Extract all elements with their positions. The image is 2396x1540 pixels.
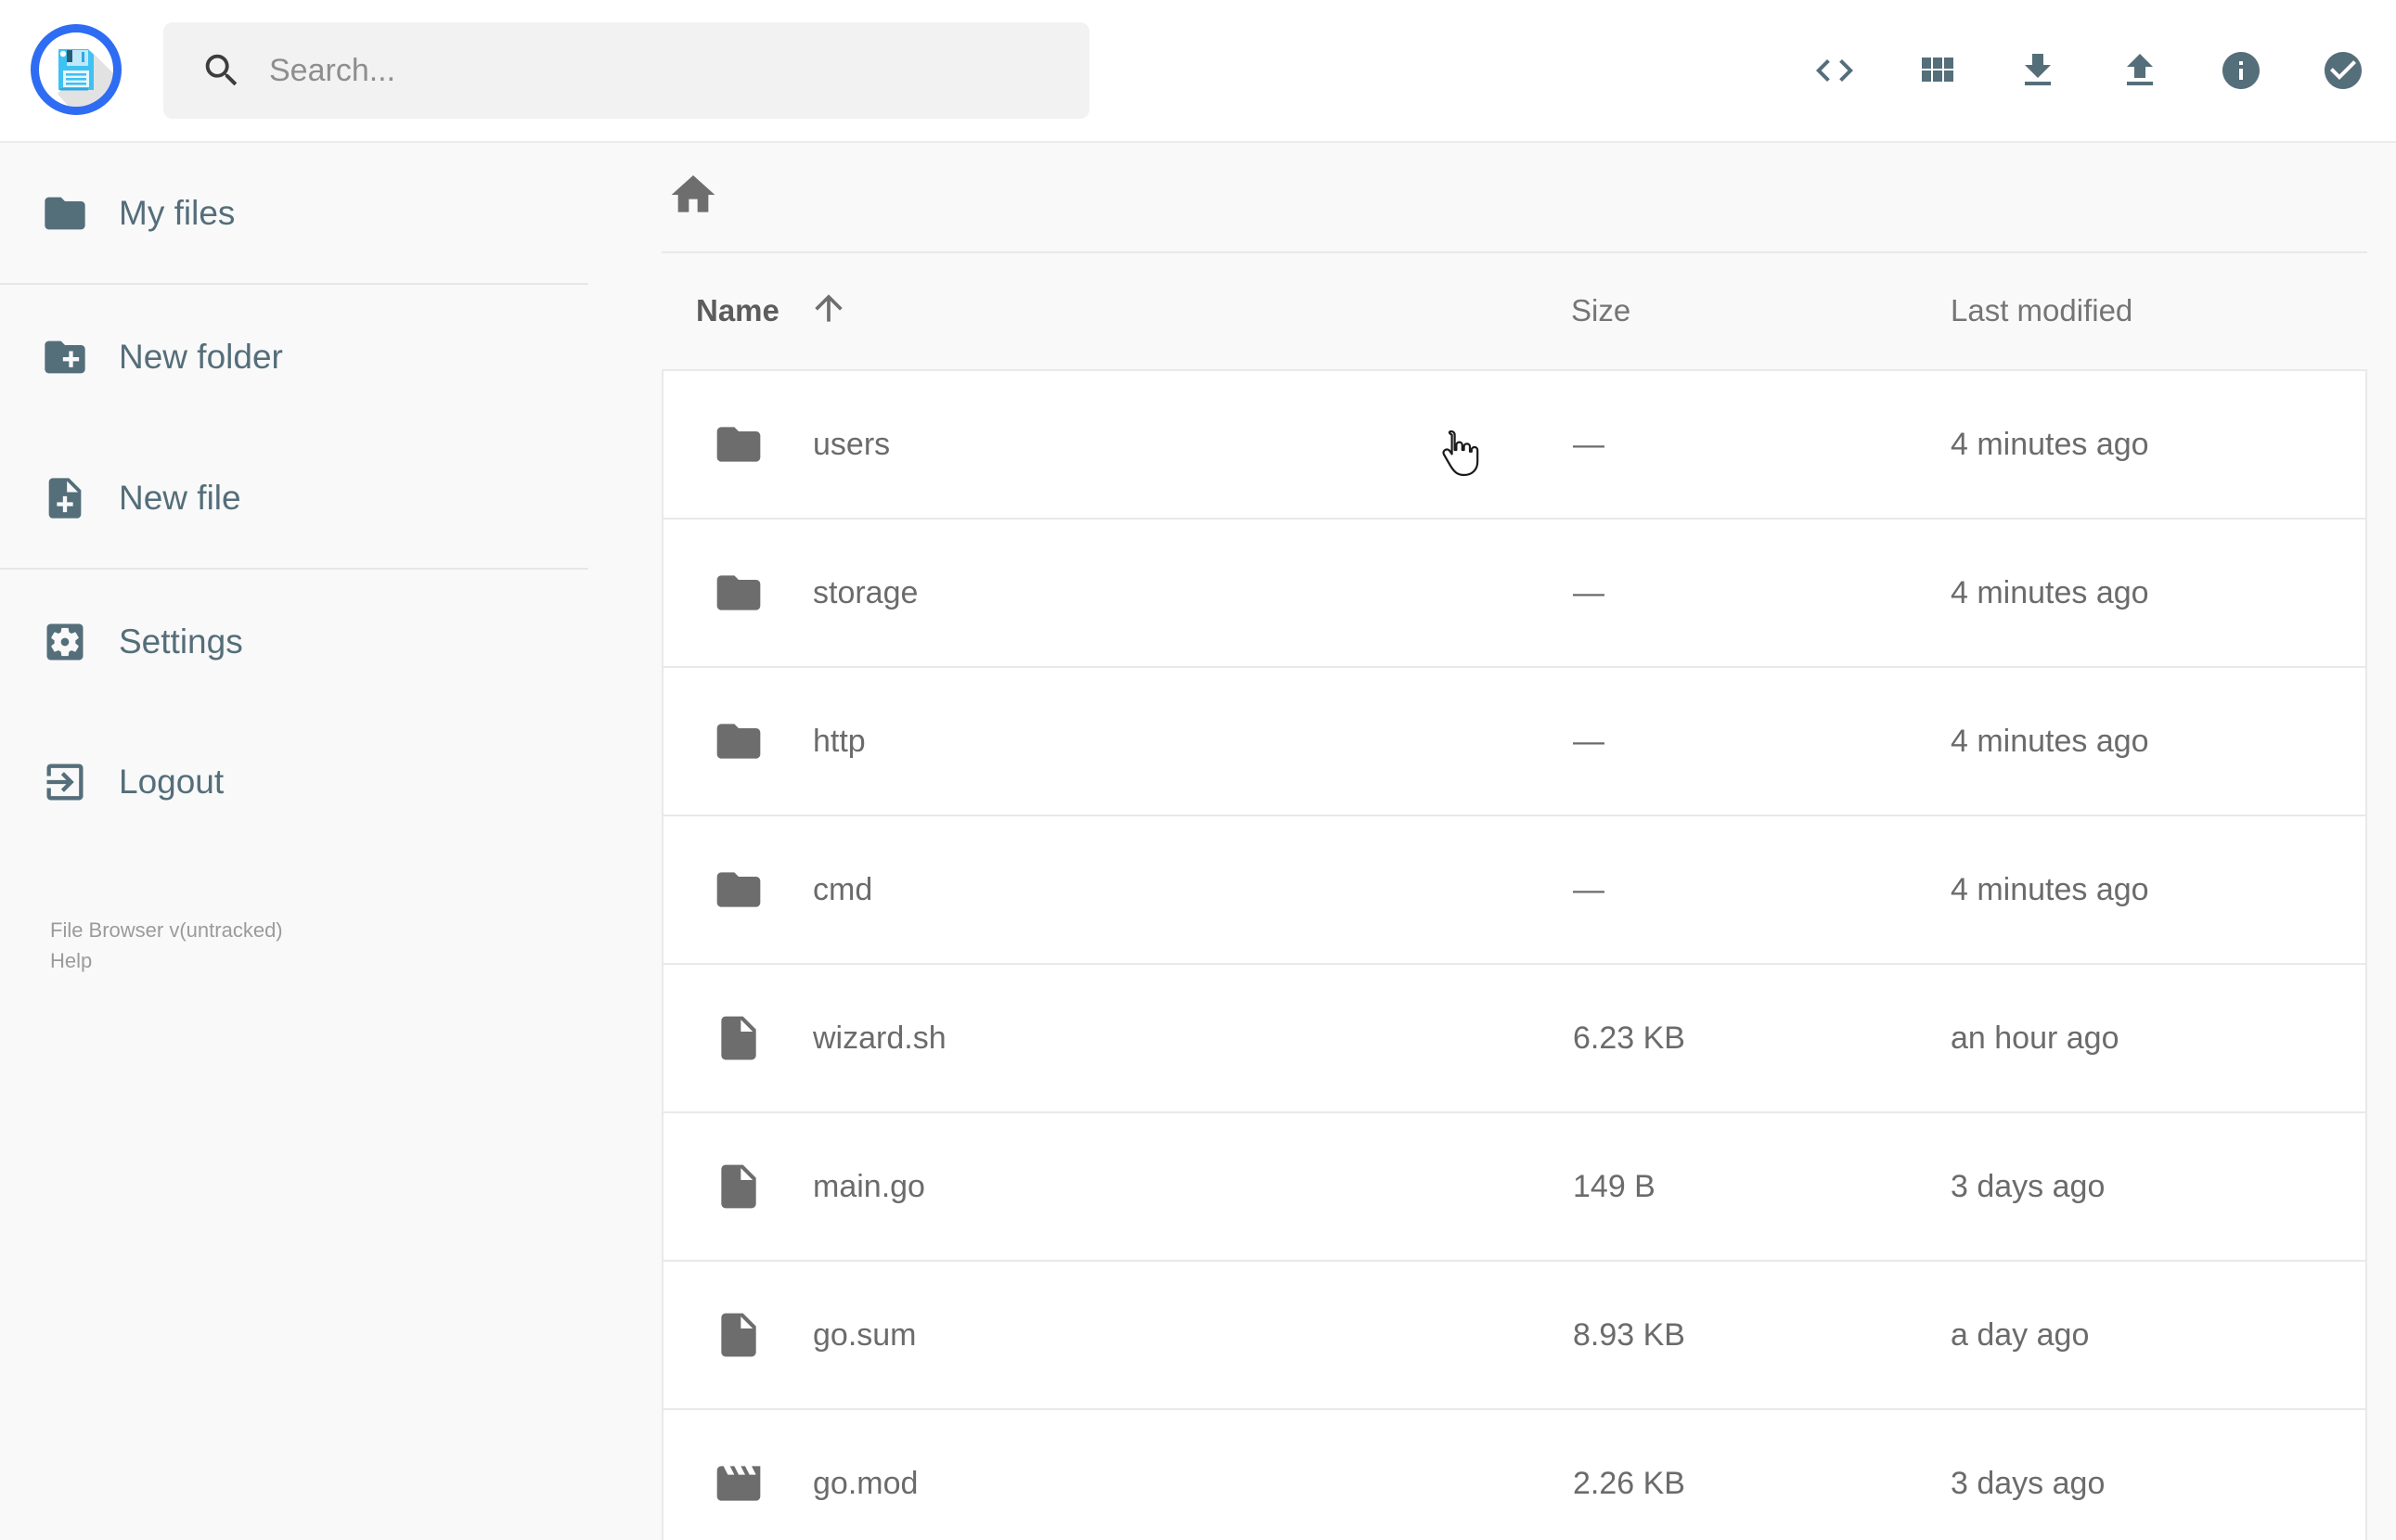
file-name: wizard.sh [813, 1020, 947, 1056]
file-size: 8.93 KB [1573, 1316, 1685, 1353]
header-actions [1812, 47, 2365, 94]
file-name: go.sum [813, 1316, 917, 1353]
file-size: 6.23 KB [1573, 1020, 1685, 1056]
sidebar-item-new-folder[interactable]: New folder [0, 297, 588, 417]
file-browser-page: Search... My files New folder New file S… [0, 0, 2396, 1540]
file-size: — [1573, 723, 1604, 759]
folder-icon [713, 715, 765, 767]
file-row-main-go[interactable]: main.go 149 B 3 days ago [663, 1113, 2365, 1262]
file-row-go-mod[interactable]: go.mod 2.26 KB 3 days ago [663, 1410, 2365, 1540]
file-size: 2.26 KB [1573, 1465, 1685, 1501]
file-size: — [1573, 871, 1604, 907]
shell-button[interactable] [1812, 48, 1857, 93]
sidebar-item-label: New file [119, 479, 241, 517]
app-logo[interactable] [30, 23, 122, 116]
file-name: users [813, 426, 891, 462]
sidebar-item-new-file[interactable]: New file [0, 438, 588, 558]
app-header: Search... [0, 0, 2396, 143]
search-icon [200, 49, 243, 92]
file-modified: 4 minutes ago [1951, 871, 2149, 907]
file-modified: 4 minutes ago [1951, 574, 2149, 610]
folder-icon [41, 189, 89, 237]
new-file-icon [41, 474, 89, 522]
sidebar-item-label: Settings [119, 622, 243, 661]
file-name: storage [813, 574, 919, 610]
file-modified: 3 days ago [1951, 1168, 2106, 1204]
arrow-up-icon [808, 288, 849, 328]
search-placeholder: Search... [269, 52, 396, 88]
name-column-header[interactable]: Name [696, 293, 779, 328]
home-icon [667, 169, 719, 221]
file-name: cmd [813, 871, 873, 907]
new-folder-icon [41, 333, 89, 381]
switch-view-button[interactable] [1914, 48, 1959, 93]
file-modified: 4 minutes ago [1951, 426, 2149, 462]
file-modified: an hour ago [1951, 1020, 2119, 1056]
file-name: http [813, 723, 866, 759]
sidebar-item-my-files[interactable]: My files [0, 153, 588, 274]
help-link[interactable]: Help [50, 945, 283, 976]
sidebar-item-label: My files [119, 194, 236, 232]
movie-file-icon [713, 1457, 765, 1509]
sidebar-item-label: Logout [119, 763, 225, 801]
main-content: Name Size Last modified users — 4 minute… [588, 145, 2396, 1540]
select-multiple-button[interactable] [2321, 48, 2365, 93]
file-row-cmd[interactable]: cmd — 4 minutes ago [663, 816, 2365, 965]
file-row-storage[interactable]: storage — 4 minutes ago [663, 520, 2365, 668]
file-icon [713, 1012, 765, 1064]
folder-icon [713, 418, 765, 470]
settings-icon [41, 618, 89, 666]
file-icon [713, 1309, 765, 1361]
sidebar-divider [0, 568, 588, 570]
listing-header: Name Size Last modified [662, 284, 2367, 343]
file-name: main.go [813, 1168, 925, 1204]
search-input[interactable]: Search... [163, 22, 1089, 119]
file-row-go-sum[interactable]: go.sum 8.93 KB a day ago [663, 1262, 2365, 1410]
file-size: — [1573, 574, 1604, 610]
file-row-wizard-sh[interactable]: wizard.sh 6.23 KB an hour ago [663, 965, 2365, 1113]
folder-icon [713, 864, 765, 916]
folder-icon [713, 567, 765, 619]
file-modified: 4 minutes ago [1951, 723, 2149, 759]
sidebar-divider [0, 283, 588, 285]
size-column-header[interactable]: Size [1571, 293, 1630, 328]
info-button[interactable] [2219, 48, 2263, 93]
file-name: go.mod [813, 1465, 919, 1501]
file-row-users[interactable]: users — 4 minutes ago [663, 371, 2365, 520]
file-modified: a day ago [1951, 1316, 2090, 1353]
file-listing: users — 4 minutes ago storage — 4 minute… [662, 369, 2367, 1540]
modified-column-header[interactable]: Last modified [1951, 293, 2132, 328]
download-button[interactable] [2016, 48, 2060, 93]
sidebar-item-label: New folder [119, 338, 283, 376]
file-modified: 3 days ago [1951, 1465, 2106, 1501]
sidebar: My files New folder New file Settings Lo… [0, 145, 588, 1540]
sidebar-footer: File Browser v(untracked) Help [50, 915, 283, 976]
floppy-disk-logo-icon [31, 24, 122, 115]
file-row-http[interactable]: http — 4 minutes ago [663, 668, 2365, 816]
breadcrumb-divider [662, 251, 2367, 253]
upload-button[interactable] [2118, 48, 2162, 93]
sidebar-item-settings[interactable]: Settings [0, 582, 588, 702]
file-size: 149 B [1573, 1168, 1655, 1204]
file-icon [713, 1161, 765, 1213]
breadcrumb-home-button[interactable] [667, 169, 719, 221]
app-version: File Browser v(untracked) [50, 918, 283, 942]
logout-icon [41, 758, 89, 806]
sidebar-item-logout[interactable]: Logout [0, 722, 588, 842]
file-size: — [1573, 426, 1604, 462]
